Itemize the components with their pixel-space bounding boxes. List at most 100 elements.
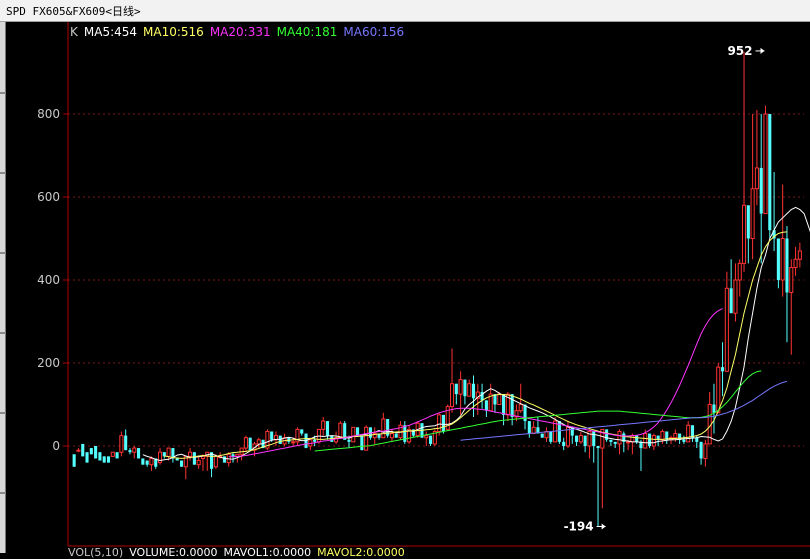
candle-body-up bbox=[797, 250, 802, 260]
candle-body-down bbox=[124, 435, 128, 451]
candle-body-down bbox=[137, 448, 141, 459]
candle-body-up bbox=[166, 447, 171, 457]
candle-body-up bbox=[76, 449, 81, 452]
candle-body-up bbox=[157, 451, 163, 464]
candle-body-up bbox=[239, 447, 244, 455]
candle-body-down bbox=[635, 435, 639, 442]
candle-body-down bbox=[746, 205, 750, 239]
candle-body-up bbox=[578, 435, 583, 443]
candle-body-up bbox=[741, 204, 747, 264]
candle-body-up bbox=[750, 188, 755, 239]
candle-body-down bbox=[721, 367, 725, 372]
candle-body-down bbox=[471, 383, 476, 399]
candle-body-down bbox=[540, 433, 544, 438]
ma-line-ma10 bbox=[164, 231, 788, 459]
candle-body-down bbox=[81, 443, 85, 457]
candle-body-down bbox=[699, 441, 703, 459]
candle-body-down bbox=[682, 439, 686, 442]
candle-body-down bbox=[729, 288, 733, 314]
candle-body-down bbox=[360, 435, 364, 451]
candle-body-down bbox=[441, 414, 445, 432]
annotation-arrowhead bbox=[760, 47, 765, 54]
candle-body-up bbox=[617, 430, 622, 445]
candle-body-down bbox=[759, 167, 763, 214]
legend-ma5: MA5:454 bbox=[83, 25, 138, 39]
candle-body-up bbox=[780, 238, 785, 281]
candle-body-down bbox=[72, 454, 76, 467]
candle-body-down bbox=[712, 404, 716, 413]
candle-body-up bbox=[196, 460, 201, 466]
candle-body-down bbox=[454, 383, 458, 395]
candle-body-up bbox=[351, 426, 356, 443]
candle-body-down bbox=[648, 433, 652, 446]
candle-body-down bbox=[179, 460, 184, 467]
candle-body-down bbox=[549, 431, 553, 442]
legend-ma40: MA40:181 bbox=[276, 25, 338, 39]
candle-body-down bbox=[248, 437, 252, 451]
candle-body-down bbox=[175, 458, 179, 461]
candle-body-up bbox=[437, 414, 442, 432]
candle-body-up bbox=[119, 435, 124, 453]
candle-body-down bbox=[270, 431, 274, 440]
candlestick-chart[interactable]: 0 200 400 600 800 952 -194 bbox=[0, 0, 810, 553]
candle-body-up bbox=[243, 437, 248, 449]
annotation-label: 952 bbox=[727, 44, 752, 58]
candle-body-up bbox=[626, 441, 631, 444]
candle-body-down bbox=[394, 433, 398, 438]
candle-body-up bbox=[789, 267, 794, 293]
candle-body-up bbox=[651, 435, 656, 447]
candle-body-up bbox=[338, 422, 343, 439]
candle-body-up bbox=[364, 426, 369, 451]
candle-body-down bbox=[429, 435, 433, 444]
annotation-arrowhead bbox=[601, 523, 606, 530]
candle-body-down bbox=[575, 435, 579, 442]
candle-body-up bbox=[188, 451, 193, 457]
legend-ma60: MA60:156 bbox=[343, 25, 405, 39]
legend-ma20: MA20:331 bbox=[209, 25, 271, 39]
candle-body-down bbox=[510, 394, 514, 417]
candle-body-up bbox=[754, 167, 759, 190]
candle-body-down bbox=[502, 394, 506, 415]
candle-body-down bbox=[768, 114, 772, 231]
candle-body-down bbox=[115, 452, 119, 459]
y-tick-label: 600 bbox=[37, 190, 60, 204]
candle-body-up bbox=[793, 258, 798, 269]
candle-body-down bbox=[89, 448, 93, 455]
candle-body-up bbox=[518, 404, 523, 412]
candle-body-down bbox=[98, 452, 102, 461]
chart-legend: K MA5:454 MA10:516 MA20:331 MA40:181 MA60:156 bbox=[70, 25, 410, 39]
legend-ma10: MA10:516 bbox=[143, 25, 204, 39]
candle-body-down bbox=[347, 439, 351, 442]
candle-body-up bbox=[424, 435, 429, 439]
candle-body-down bbox=[300, 429, 304, 434]
candle-body-down bbox=[141, 458, 145, 465]
candle-body-down bbox=[609, 439, 613, 442]
candle-body-up bbox=[733, 279, 738, 314]
candle-body-down bbox=[463, 379, 467, 397]
candle-body-down bbox=[222, 456, 226, 463]
annotation-label: -194 bbox=[564, 520, 594, 534]
candle-body-up bbox=[381, 418, 386, 439]
candle-body-down bbox=[592, 431, 596, 446]
candle-body-down bbox=[231, 454, 235, 457]
candle-body-down bbox=[145, 460, 149, 465]
candle-body-down bbox=[776, 238, 780, 280]
y-tick-label: 0 bbox=[52, 439, 60, 453]
candle-body-down bbox=[128, 450, 132, 453]
candle-body-down bbox=[695, 437, 699, 442]
y-tick-label: 800 bbox=[37, 107, 60, 121]
candle-body-up bbox=[110, 451, 115, 457]
candle-body-down bbox=[356, 427, 360, 436]
y-tick-label: 400 bbox=[37, 273, 60, 287]
candle-body-down bbox=[583, 435, 587, 446]
candle-body-up bbox=[716, 366, 721, 414]
candle-body-up bbox=[737, 262, 742, 281]
candle-body-up bbox=[724, 287, 729, 372]
candle-body-up bbox=[630, 435, 635, 443]
candle-body-down bbox=[596, 446, 600, 449]
candle-body-up bbox=[321, 420, 326, 430]
candle-body-up bbox=[673, 433, 678, 439]
candle-body-up bbox=[467, 383, 472, 397]
candle-body-up bbox=[643, 433, 648, 449]
candle-body-up bbox=[686, 424, 691, 443]
